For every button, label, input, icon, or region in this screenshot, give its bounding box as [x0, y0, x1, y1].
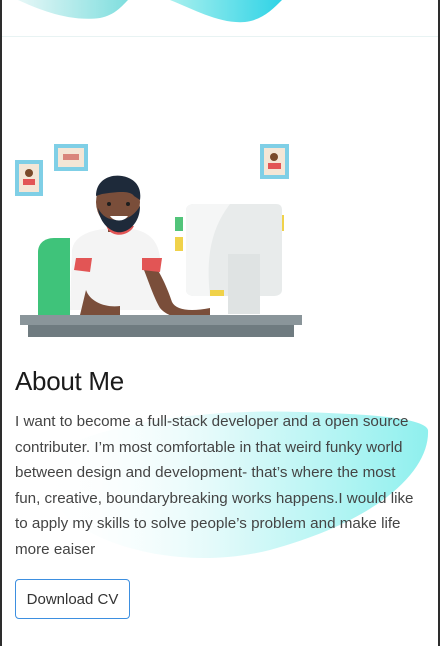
download-cv-button[interactable]: Download CV: [15, 579, 130, 619]
left-frame-border: [0, 0, 2, 646]
picture-frame-right-icon: [260, 144, 289, 179]
header-divider: [2, 36, 438, 37]
header-wave-decoration: [18, 0, 282, 23]
about-title: About Me: [15, 366, 124, 396]
picture-frame-left-icon: [15, 160, 43, 196]
about-paragraph: I want to become a full-stack developer …: [15, 413, 414, 558]
developer-at-desk-illustration: [15, 144, 302, 337]
picture-frame-top-icon: [54, 144, 88, 171]
